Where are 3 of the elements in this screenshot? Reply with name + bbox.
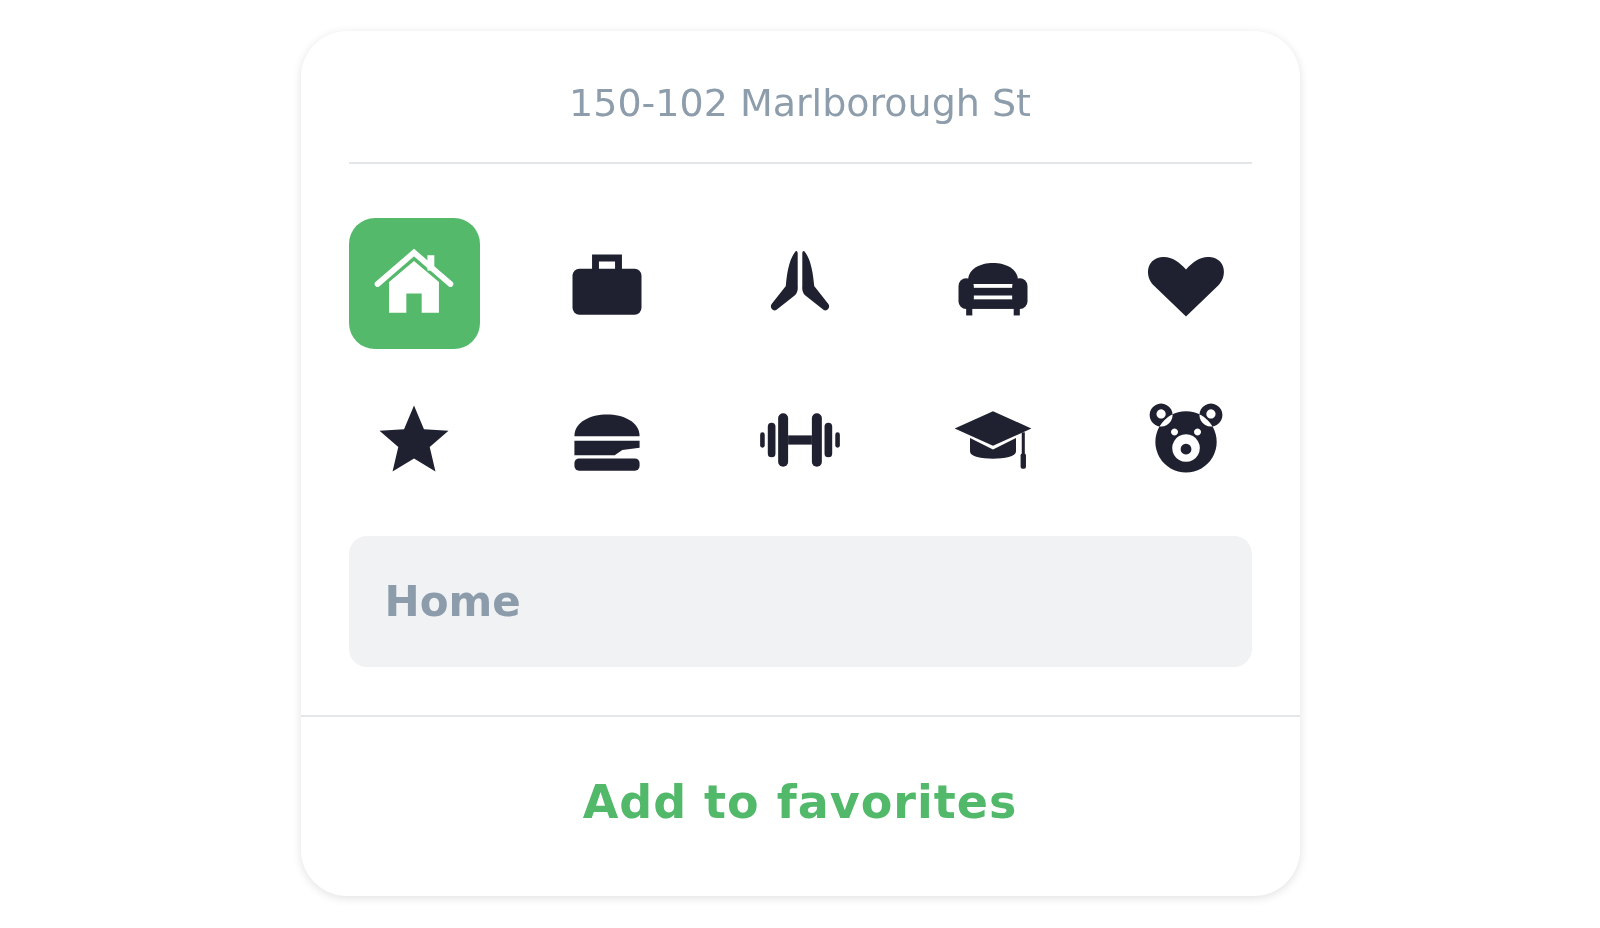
add-to-favorites-button[interactable]: Add to favorites (572, 775, 1028, 829)
name-field[interactable]: Home (348, 536, 1252, 667)
address-title: 150-102 Marlborough St (568, 80, 1032, 127)
